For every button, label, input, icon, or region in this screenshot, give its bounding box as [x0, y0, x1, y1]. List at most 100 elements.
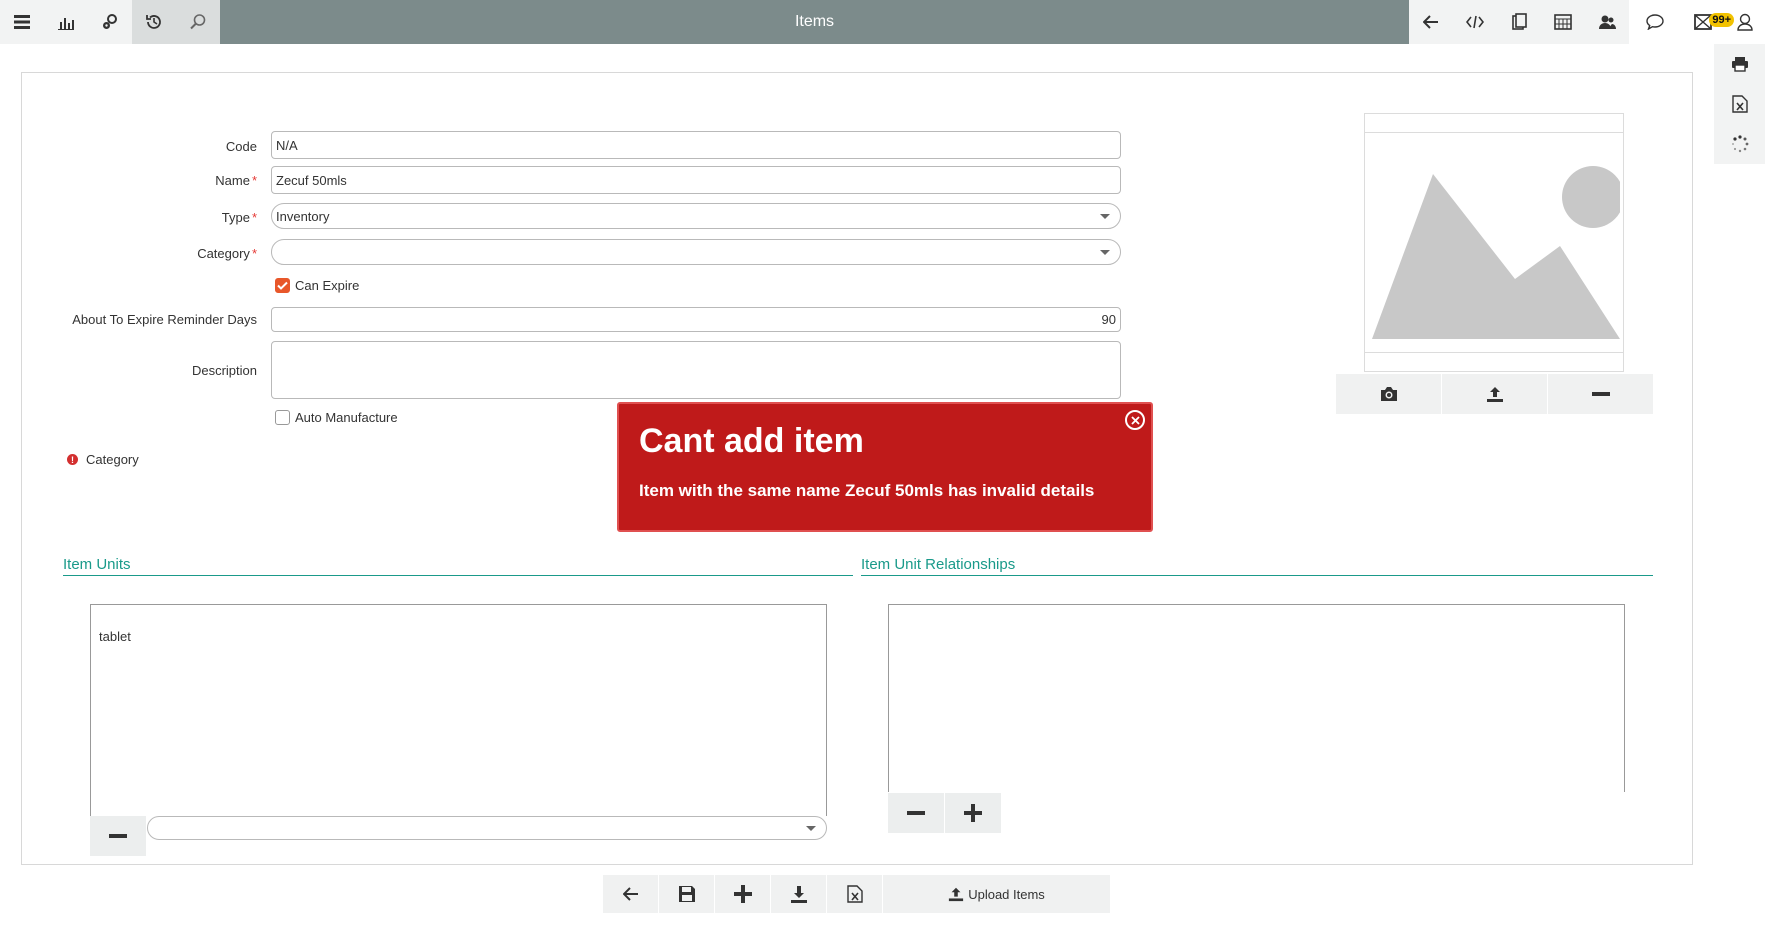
save-button[interactable] — [659, 875, 715, 913]
auto-manufacture-label: Auto Manufacture — [295, 410, 398, 425]
plus-icon — [964, 804, 982, 822]
history-button[interactable] — [132, 0, 176, 44]
side-toolbar — [1714, 44, 1765, 164]
chevron-down-icon — [1100, 214, 1110, 219]
minus-icon — [1591, 392, 1610, 396]
spinner-icon — [1731, 135, 1748, 153]
export-excel-button[interactable] — [1714, 84, 1765, 124]
chevron-down-icon — [1100, 250, 1110, 255]
bottom-toolbar: Upload Items — [603, 875, 1110, 913]
reminder-days-label: About To Expire Reminder Days — [72, 312, 257, 327]
toast-title: Cant add item — [639, 422, 864, 460]
save-icon — [678, 886, 695, 902]
code-input[interactable]: N/A — [271, 131, 1121, 159]
top-bar-left-tools — [0, 0, 220, 44]
description-textarea[interactable] — [271, 341, 1121, 399]
excel-file-icon — [1731, 95, 1748, 113]
code-icon — [1466, 15, 1484, 29]
calculator-icon — [1554, 14, 1572, 30]
item-units-header: Item Units — [63, 556, 853, 576]
add-button[interactable] — [715, 875, 771, 913]
code-label: Code — [225, 139, 257, 154]
take-photo-button[interactable] — [1336, 374, 1442, 414]
arrow-left-icon — [1423, 15, 1438, 29]
validation-summary: ! Category — [67, 452, 139, 467]
top-bar: Items 99+ — [0, 0, 1765, 44]
description-label: Description — [191, 363, 257, 378]
toast-message: Item with the same name Zecuf 50mls has … — [639, 481, 1095, 500]
name-input[interactable]: Zecuf 50mls — [271, 166, 1121, 194]
minus-icon — [109, 834, 127, 838]
category-select[interactable] — [271, 239, 1121, 265]
search-icon — [190, 14, 206, 30]
download-icon — [790, 886, 807, 903]
upload-items-button[interactable]: Upload Items — [883, 875, 1110, 913]
back-button[interactable] — [1409, 0, 1453, 44]
auto-manufacture-checkbox[interactable]: Auto Manufacture — [275, 410, 398, 425]
remove-unit-button[interactable] — [90, 816, 146, 856]
download-button[interactable] — [771, 875, 827, 913]
menu-icon — [14, 15, 30, 29]
print-button[interactable] — [1714, 44, 1765, 84]
top-bar-user-tools: 99+ — [1629, 0, 1765, 44]
refresh-button[interactable] — [1714, 124, 1765, 164]
export-excel-button[interactable] — [827, 875, 883, 913]
notification-badge: 99+ — [1709, 13, 1734, 27]
code-button[interactable] — [1453, 0, 1497, 44]
chat-button[interactable] — [1629, 0, 1681, 44]
required-marker: * — [251, 210, 257, 225]
error-icon: ! — [67, 454, 78, 465]
list-item[interactable]: tablet — [91, 605, 826, 644]
close-toast-button[interactable] — [1125, 410, 1145, 430]
plus-icon — [733, 885, 752, 903]
checkbox-unchecked-icon — [275, 410, 290, 425]
image-toolbar — [1336, 374, 1653, 414]
item-unit-relationships-list[interactable] — [888, 604, 1625, 792]
bar-chart-icon — [58, 18, 74, 30]
users-button[interactable] — [1585, 0, 1629, 44]
history-icon — [146, 15, 161, 29]
copy-button[interactable] — [1497, 0, 1541, 44]
users-icon — [1599, 15, 1616, 29]
error-toast: Cant add item Item with the same name Ze… — [617, 402, 1153, 532]
printer-icon — [1731, 57, 1748, 72]
chat-bubble-icon — [1646, 14, 1664, 30]
add-relationship-button[interactable] — [945, 793, 1001, 833]
gears-icon — [103, 14, 117, 29]
back-button[interactable] — [603, 875, 659, 913]
validation-message: Category — [86, 452, 139, 467]
search-button[interactable] — [176, 0, 220, 44]
item-units-list[interactable]: tablet — [90, 604, 827, 816]
clipboard-icon — [1512, 13, 1527, 30]
menu-button[interactable] — [0, 0, 44, 44]
close-icon — [1130, 415, 1140, 425]
page-title: Items — [220, 0, 1409, 44]
reminder-days-input[interactable]: 90 — [271, 307, 1121, 332]
chevron-down-icon — [806, 826, 816, 831]
top-bar-right-tools — [1409, 0, 1629, 44]
upload-items-label: Upload Items — [968, 886, 1045, 902]
calculator-button[interactable] — [1541, 0, 1585, 44]
type-select[interactable]: Inventory — [271, 203, 1121, 229]
can-expire-checkbox[interactable]: Can Expire — [275, 278, 359, 293]
upload-icon — [949, 887, 964, 902]
required-marker: * — [251, 246, 257, 261]
name-label: Name * — [215, 173, 257, 188]
remove-image-button[interactable] — [1548, 374, 1653, 414]
upload-icon — [1486, 387, 1503, 402]
item-image-frame — [1364, 113, 1624, 372]
reports-button[interactable] — [44, 0, 88, 44]
category-label: Category * — [197, 246, 257, 261]
type-select-value: Inventory — [276, 208, 330, 224]
settings-button[interactable] — [88, 0, 132, 44]
user-icon — [1737, 13, 1753, 31]
item-unit-relationships-header: Item Unit Relationships — [861, 556, 1653, 576]
type-label: Type * — [221, 210, 257, 225]
arrow-left-icon — [622, 887, 638, 901]
upload-image-button[interactable] — [1442, 374, 1548, 414]
messages-button[interactable]: 99+ — [1681, 0, 1734, 44]
checkbox-checked-icon — [275, 278, 290, 293]
image-placeholder-icon — [1372, 166, 1620, 339]
remove-relationship-button[interactable] — [888, 793, 944, 833]
unit-select[interactable] — [147, 816, 827, 840]
